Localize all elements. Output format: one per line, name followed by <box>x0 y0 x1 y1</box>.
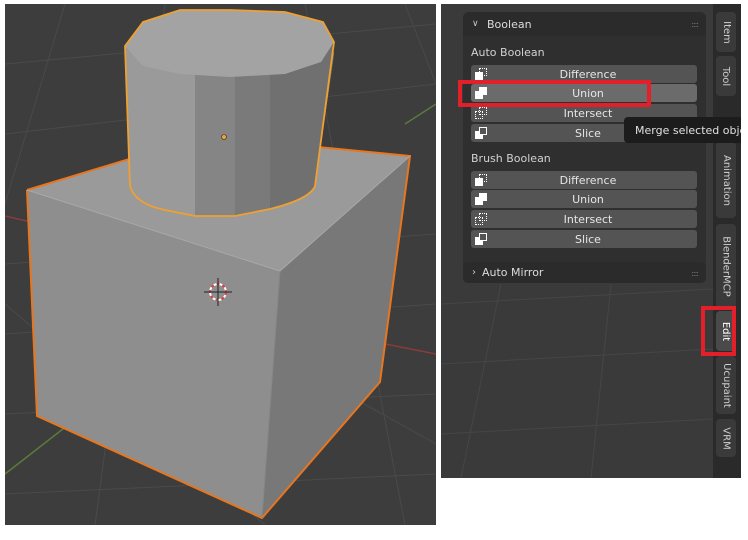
brush-slice-button[interactable]: Slice <box>471 230 697 248</box>
tab-tool[interactable]: Tool <box>716 56 736 96</box>
slice-icon <box>475 233 489 245</box>
tab-ucupaint[interactable]: Ucupaint <box>716 356 736 414</box>
brush-boolean-label: Brush Boolean <box>471 152 551 165</box>
y-axis-line-top <box>404 103 436 125</box>
viewport-scene <box>5 4 436 525</box>
sidebar-tabs: Item Tool Animation BlenderMCP Edit Ucup… <box>713 4 741 478</box>
boolean-header-label: Boolean <box>487 17 532 31</box>
auto-mirror-panel-header[interactable]: › Auto Mirror :::: <box>463 262 706 283</box>
difference-icon <box>475 68 489 80</box>
drag-handle-icon[interactable]: :::: <box>691 269 699 278</box>
drag-handle-icon[interactable]: :::: <box>691 20 699 29</box>
cylinder-object[interactable] <box>124 9 335 217</box>
chevron-right-icon: › <box>472 267 476 278</box>
union-icon <box>475 193 489 205</box>
tab-animation[interactable]: Animation <box>716 142 736 218</box>
brush-difference-button[interactable]: Difference <box>471 171 697 189</box>
boolean-panel-header[interactable]: ∨ Boolean :::: <box>463 12 706 36</box>
chevron-down-icon: ∨ <box>472 19 479 29</box>
tooltip: Merge selected obje <box>624 117 741 143</box>
difference-icon <box>475 174 489 186</box>
intersect-icon <box>475 107 489 119</box>
3d-viewport[interactable] <box>5 4 436 525</box>
sidebar-panel-area: ∨ Boolean :::: Auto Boolean Difference U… <box>441 4 741 478</box>
slice-icon <box>475 127 489 139</box>
brush-intersect-button[interactable]: Intersect <box>471 210 697 228</box>
tab-blendermcp[interactable]: BlenderMCP <box>716 224 736 308</box>
annotation-box-edit-tab <box>701 306 736 356</box>
auto-boolean-label: Auto Boolean <box>471 46 545 59</box>
tab-vrm[interactable]: VRM <box>716 419 736 457</box>
annotation-box-union <box>458 80 651 107</box>
tab-item[interactable]: Item <box>716 12 736 52</box>
brush-union-button[interactable]: Union <box>471 190 697 208</box>
intersect-icon <box>475 213 489 225</box>
auto-mirror-label: Auto Mirror <box>482 266 544 279</box>
